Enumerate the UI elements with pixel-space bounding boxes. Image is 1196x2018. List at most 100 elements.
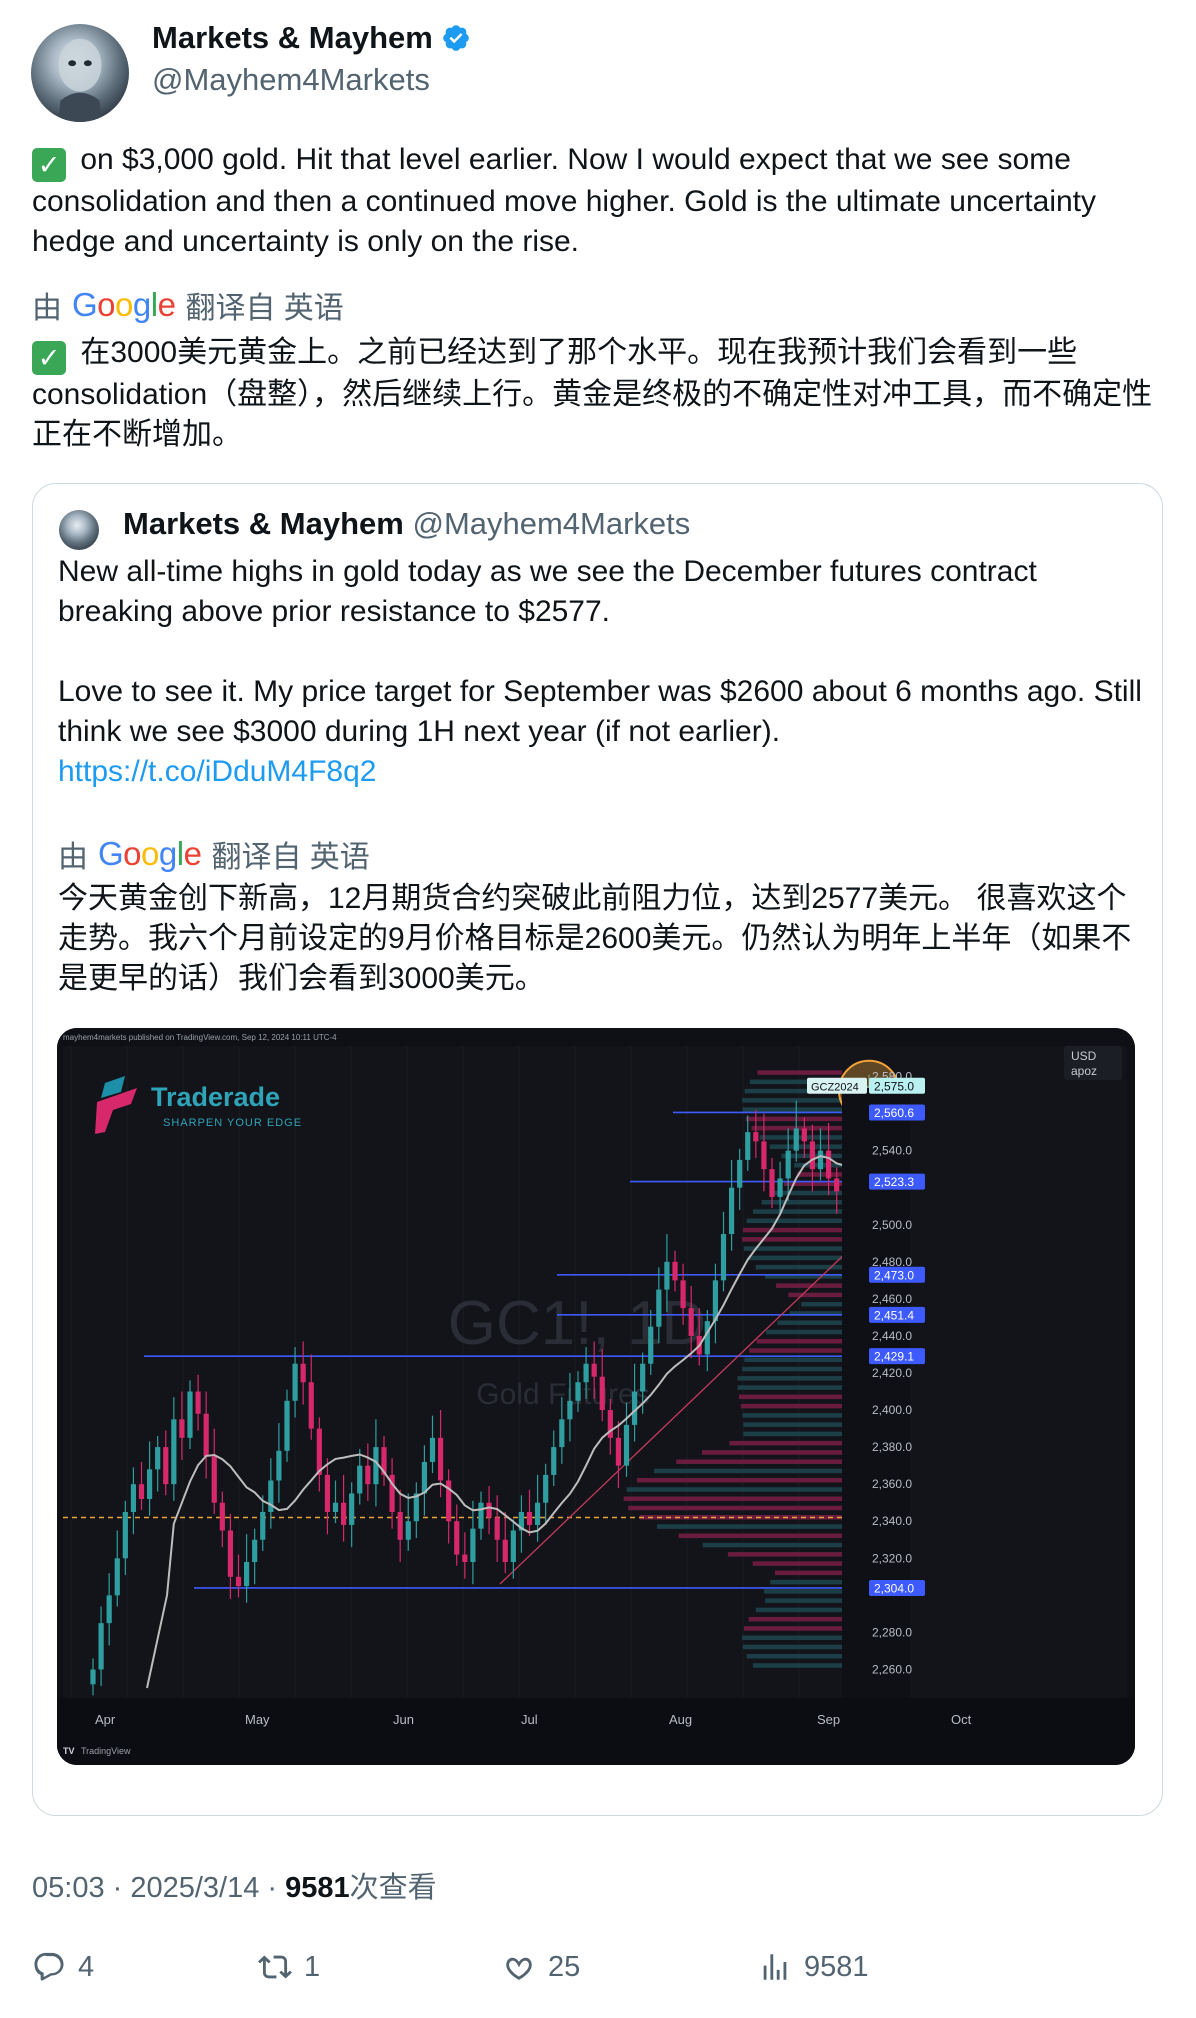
candle-body [171, 1419, 177, 1485]
candle-body [656, 1289, 662, 1327]
candle-body [688, 1308, 694, 1336]
volume-profile-bar [626, 1487, 842, 1492]
quoted-translation-prefix: 由 [58, 841, 88, 874]
volume-profile-bar [757, 1070, 842, 1075]
like-button[interactable]: 25 [502, 1950, 580, 1984]
candle-body [502, 1539, 508, 1562]
view-count: 9581 [285, 1872, 350, 1904]
volume-profile-bar [743, 1246, 842, 1251]
repost-button[interactable]: 1 [258, 1950, 320, 1984]
quoted-translated-text: 今天黄金创下新高，12月期货合约突破此前阻力位，达到2577美元。 很喜欢这个走… [58, 882, 1132, 995]
candle-body [575, 1382, 581, 1401]
x-axis-tick-label: Aug [669, 1712, 692, 1727]
candle-body [753, 1132, 759, 1142]
volume-profile-bar [738, 1394, 842, 1400]
y-axis-tick-label: 2,540.0 [872, 1144, 912, 1158]
candle-body [332, 1502, 339, 1512]
volume-profile-bar [742, 1098, 842, 1103]
y-axis-tick-label: 2,320.0 [872, 1551, 912, 1565]
volume-profile-bar [748, 1255, 842, 1261]
ticker-tag-label: GCZ2024 [811, 1081, 859, 1093]
volume-profile-bar [801, 1301, 842, 1307]
candle-body [834, 1178, 840, 1192]
candle-body [284, 1400, 290, 1451]
candle-body [421, 1461, 428, 1494]
volume-profile-bar [678, 1533, 842, 1539]
translation-attribution: 由 Google 翻译自 英语 [32, 283, 344, 327]
candle-body [583, 1363, 589, 1383]
x-axis-band [57, 1698, 1135, 1765]
volume-profile-bar [756, 1339, 842, 1344]
candle-body [470, 1528, 476, 1562]
author-avatar[interactable] [31, 24, 129, 122]
candle-body [720, 1234, 727, 1281]
volume-profile-bar [742, 1635, 842, 1640]
y-axis-tick-label: 2,420.0 [872, 1366, 912, 1380]
x-axis-tick-label: Apr [95, 1712, 116, 1727]
like-count: 25 [548, 1950, 581, 1983]
candle-body [163, 1447, 169, 1485]
price-level-tag-label: 2,451.4 [874, 1308, 914, 1322]
verified-badge-icon [441, 23, 471, 53]
translation-suffix: 翻译自 英语 [185, 292, 344, 325]
currency-sublabel: apoz [1071, 1064, 1097, 1078]
volume-profile-bar [766, 1329, 842, 1335]
candle-body [664, 1261, 670, 1290]
footer-brand: TradingView [81, 1746, 131, 1756]
candle-body [648, 1326, 654, 1364]
views-button[interactable]: 9581 [758, 1950, 869, 1984]
candle-body [187, 1391, 193, 1438]
candle-body [567, 1400, 573, 1420]
volume-profile-bar [676, 1459, 842, 1464]
y-axis-tick-label: 2,460.0 [872, 1292, 912, 1306]
candle-body [308, 1382, 314, 1429]
candle-body [462, 1554, 468, 1562]
candle-body [745, 1132, 751, 1160]
watermark-name: Gold Futures [476, 1378, 649, 1411]
translation-prefix: 由 [32, 292, 62, 325]
x-axis-tick-label: May [245, 1712, 270, 1727]
candle-body [179, 1419, 185, 1438]
candle-body [526, 1511, 533, 1525]
y-axis-tick-label: 2,440.0 [872, 1329, 912, 1343]
volume-profile-bar [742, 1413, 842, 1418]
volume-profile-bar [636, 1477, 842, 1483]
author-handle[interactable]: @Mayhem4Markets [152, 62, 430, 98]
candle-body [429, 1437, 436, 1462]
currency-label: USD [1071, 1049, 1097, 1063]
candle-body [365, 1465, 371, 1485]
repost-icon [258, 1955, 292, 1979]
candle-body [340, 1502, 347, 1525]
candle-body [785, 1150, 791, 1179]
volume-profile-bar [729, 1440, 842, 1446]
candle-body [615, 1437, 622, 1466]
volume-profile-bar [749, 1348, 842, 1353]
candle-body [138, 1484, 145, 1499]
volume-profile-bar [774, 1570, 842, 1576]
quoted-translation-attribution: 由 Google 翻译自 英语 [58, 832, 370, 876]
volume-profile-bar [742, 1644, 842, 1650]
reply-button[interactable]: 4 [32, 1950, 94, 1984]
chart-image[interactable]: mayhem4markets published on TradingView.… [57, 1028, 1135, 1765]
quoted-tweet-card[interactable]: Markets & Mayhem @Mayhem4Markets New all… [32, 483, 1163, 1816]
candle-body [437, 1437, 444, 1481]
tweet-text: ✓ on $3,000 gold. Hit that level earlier… [32, 140, 1162, 262]
y-axis-tick-label: 2,380.0 [872, 1440, 912, 1454]
volume-profile-bar [743, 1626, 842, 1631]
publisher-note: mayhem4markets published on TradingView.… [63, 1033, 337, 1042]
quoted-author-handle: @Mayhem4Markets [412, 506, 691, 541]
last-price-tag-label: 2,575.0 [874, 1079, 914, 1093]
candle-body [90, 1669, 96, 1685]
google-logo-icon: Google [72, 286, 176, 323]
views-count: 9581 [804, 1950, 869, 1983]
quoted-tweet-link[interactable]: https://t.co/iDduM4F8q2 [58, 752, 1148, 792]
author-display-name[interactable]: Markets & Mayhem [152, 20, 433, 56]
volume-profile-bar [776, 1283, 842, 1288]
volume-profile-bar [743, 1422, 842, 1427]
tweet-actions: 4 1 25 9581 [32, 1950, 1162, 1990]
volume-profile-bar [740, 1403, 842, 1409]
tweet-timestamp[interactable]: 05:03 · 2025/3/14 · [32, 1872, 285, 1904]
author-name-row: Markets & Mayhem [152, 20, 471, 56]
volume-profile-bar [742, 1366, 842, 1372]
candle-body [357, 1465, 363, 1494]
